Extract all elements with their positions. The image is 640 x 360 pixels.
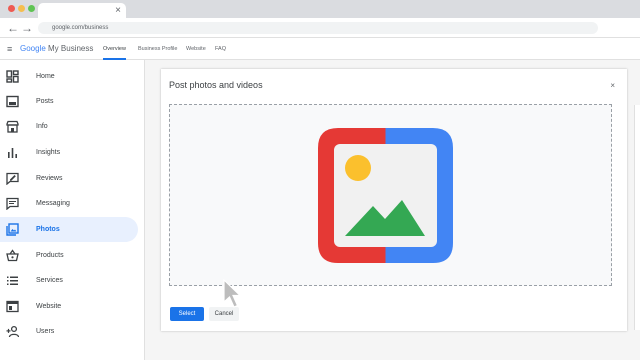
dialog-title: Post photos and videos — [169, 80, 263, 90]
sidebar-item-reviews[interactable]: Reviews — [0, 166, 138, 191]
sidebar-item-label: Products — [36, 252, 64, 259]
browser-tab-bar: × — [0, 0, 640, 18]
url-text: google.com/business — [52, 25, 109, 31]
tab-faq[interactable]: FAQ — [215, 38, 226, 60]
storefront-icon — [6, 120, 19, 133]
sidebar-item-label: Info — [36, 123, 48, 130]
app-header: ≡ Google My Business Overview Business P… — [0, 38, 640, 60]
window-minimize-dot[interactable] — [18, 5, 25, 12]
sidebar-item-website[interactable]: Website — [0, 294, 138, 319]
sidebar-item-services[interactable]: Services — [0, 268, 138, 293]
sidebar-item-insights[interactable]: Insights — [0, 140, 138, 165]
sidebar-item-posts[interactable]: Posts — [0, 89, 138, 114]
photos-icon — [6, 223, 19, 236]
sidebar-item-home[interactable]: Home — [0, 64, 138, 89]
brand-product: My Business — [45, 44, 94, 53]
sidebar-item-label: Reviews — [36, 175, 63, 182]
back-arrow-icon[interactable]: ← — [7, 20, 19, 36]
message-icon — [6, 197, 19, 210]
photo-placeholder-icon — [318, 128, 453, 263]
tab-website[interactable]: Website — [186, 38, 206, 60]
bar-chart-icon — [8, 148, 17, 158]
sidebar-item-label: Services — [36, 277, 63, 284]
background-panel-edge — [634, 105, 640, 330]
brand-google: Google — [20, 44, 46, 53]
sidebar-item-label: Insights — [36, 149, 61, 156]
window-maximize-dot[interactable] — [28, 5, 35, 12]
sidebar-item-label: Photos — [36, 226, 60, 233]
home-dashboard-icon — [6, 70, 19, 83]
sidebar-item-info[interactable]: Info — [0, 114, 138, 139]
select-button[interactable]: Select — [170, 307, 204, 321]
window-close-dot[interactable] — [8, 5, 15, 12]
address-bar[interactable]: google.com/business — [38, 22, 598, 34]
sidebar-item-label: Home — [36, 73, 55, 80]
sidebar-item-label: Messaging — [36, 200, 70, 207]
close-icon[interactable]: × — [610, 81, 615, 91]
mouse-cursor-icon — [223, 278, 242, 308]
tab-close-icon[interactable]: × — [115, 3, 121, 18]
sidebar-item-label: Website — [36, 303, 62, 310]
sidebar-item-photos[interactable]: Photos — [0, 217, 138, 242]
forward-arrow-icon[interactable]: → — [21, 20, 33, 36]
add-user-icon — [6, 325, 19, 338]
sidebar-item-label: Posts — [36, 98, 54, 105]
list-icon — [7, 276, 18, 285]
basket-icon — [6, 249, 19, 262]
sidebar-item-messaging[interactable]: Messaging — [0, 191, 138, 216]
sidebar-item-products[interactable]: Products — [0, 243, 138, 268]
sidebar-item-label: Users — [36, 328, 55, 335]
browser-tab[interactable]: × — [38, 3, 126, 18]
web-icon — [6, 300, 19, 313]
reviews-icon — [6, 172, 19, 185]
menu-icon[interactable]: ≡ — [7, 42, 12, 56]
sidebar: Home Posts Info Insights Reviews Messagi… — [0, 60, 145, 360]
sidebar-item-users[interactable]: Users — [0, 319, 138, 344]
tab-business-profile[interactable]: Business Profile — [138, 38, 177, 60]
tab-overview[interactable]: Overview — [103, 38, 126, 60]
browser-toolbar: ← → google.com/business — [0, 18, 640, 38]
brand-logo[interactable]: Google My Business — [20, 43, 93, 55]
posts-icon — [6, 95, 19, 108]
